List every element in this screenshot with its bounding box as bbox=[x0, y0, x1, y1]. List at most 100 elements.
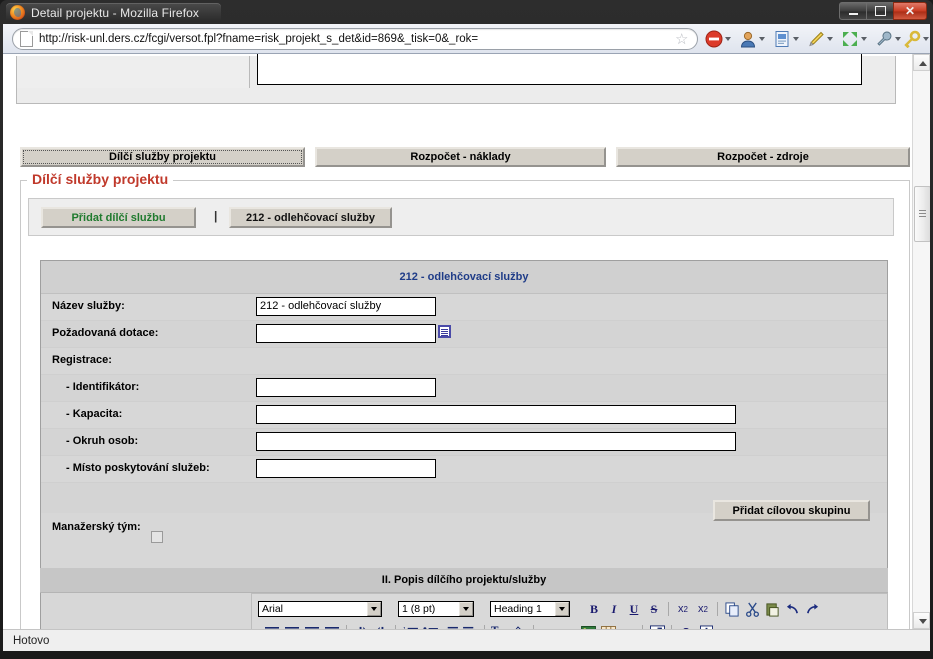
underline-icon[interactable]: U bbox=[624, 600, 644, 618]
form-row-identifikator: - Identifikátor: bbox=[41, 375, 887, 402]
cut-icon[interactable] bbox=[742, 600, 762, 618]
section-two-header: II. Popis dílčího projektu/služby bbox=[40, 568, 888, 593]
toolbar-divider bbox=[668, 602, 669, 616]
resize-arrows-icon[interactable] bbox=[841, 30, 859, 48]
form-row-okruh-osob: - Okruh osob: bbox=[41, 429, 887, 456]
bold-icon[interactable]: B bbox=[584, 600, 604, 618]
resize-dropdown-icon[interactable] bbox=[861, 37, 867, 41]
input-nazev-sluzby[interactable]: 212 - odlehčovací služby bbox=[256, 297, 436, 316]
scroll-up-button[interactable] bbox=[913, 54, 930, 71]
close-button[interactable]: ✕ bbox=[893, 2, 927, 20]
label-pozadovana-dotace: Požadovaná dotace: bbox=[52, 327, 159, 339]
toolbar-separator: | bbox=[214, 209, 218, 223]
form-row-registrace: Registrace: bbox=[41, 348, 887, 375]
font-size-select[interactable]: 1 (8 pt) bbox=[398, 601, 474, 617]
section-two-title: II. Popis dílčího projektu/služby bbox=[381, 574, 547, 586]
toolbar-divider bbox=[717, 602, 718, 616]
rich-text-editor: Arial 1 (8 pt) Heading 1 B I U S x 2 x 2 bbox=[251, 593, 888, 629]
label-manazersky-tym: Manažerský tým: bbox=[52, 521, 141, 533]
form-row-nazev: Název služby: 212 - odlehčovací služby bbox=[41, 294, 887, 321]
bookmark-star-icon[interactable]: ☆ bbox=[675, 32, 690, 47]
superscript-icon[interactable]: x2 bbox=[693, 600, 713, 618]
copy-icon[interactable] bbox=[722, 600, 742, 618]
label-identifikator: - Identifikátor: bbox=[66, 381, 140, 393]
font-family-select[interactable]: Arial bbox=[258, 601, 382, 617]
previous-row-textarea[interactable] bbox=[257, 54, 862, 85]
page-viewport: Dílčí služby projektu Rozpočet - náklady… bbox=[3, 54, 930, 629]
navigation-toolbar: http://risk-unl.ders.cz/fcgi/versot.fpl?… bbox=[3, 24, 930, 54]
scrollbar-thumb[interactable] bbox=[914, 186, 930, 242]
panel-header: 212 - odlehčovací služby bbox=[41, 261, 887, 294]
input-misto-poskytovani[interactable] bbox=[256, 459, 436, 478]
tab-dilci-sluzby[interactable]: Dílčí služby projektu bbox=[20, 147, 305, 167]
url-text[interactable]: http://risk-unl.ders.cz/fcgi/versot.fpl?… bbox=[39, 33, 478, 45]
status-bar: Hotovo bbox=[3, 629, 930, 651]
form-row-kapacita: - Kapacita: bbox=[41, 402, 887, 429]
maximize-icon bbox=[874, 6, 886, 16]
adblock-dropdown-icon[interactable] bbox=[725, 37, 731, 41]
key-dropdown-icon[interactable] bbox=[923, 37, 929, 41]
adblock-icon[interactable] bbox=[705, 30, 723, 48]
chevron-down-icon[interactable] bbox=[555, 602, 569, 616]
paragraph-style-select[interactable]: Heading 1 bbox=[490, 601, 570, 617]
page-source-icon[interactable] bbox=[773, 30, 791, 48]
section-legend: Dílčí služby projektu bbox=[27, 171, 174, 187]
input-identifikator[interactable] bbox=[256, 378, 436, 397]
add-target-group-button[interactable]: Přidat cílovou skupinu bbox=[713, 500, 870, 521]
editor-toolbar-row-1: Arial 1 (8 pt) Heading 1 B I U S x 2 x 2 bbox=[252, 598, 887, 620]
undo-icon[interactable] bbox=[782, 600, 802, 618]
redo-icon[interactable] bbox=[802, 600, 822, 618]
previous-section-remnant bbox=[16, 54, 896, 104]
add-subservice-button[interactable]: Přidat dílčí službu bbox=[41, 207, 196, 228]
label-misto-poskytovani: - Místo poskytování služeb: bbox=[66, 462, 210, 474]
title-bar: Detail projektu - Mozilla Firefox ✕ bbox=[0, 0, 933, 24]
subscript-icon[interactable]: x2 bbox=[673, 600, 693, 618]
panel-header-title: 212 - odlehčovací služby bbox=[399, 271, 529, 283]
service-chip-button[interactable]: 212 - odlehčovací služby bbox=[229, 207, 392, 228]
font-family-value: Arial bbox=[262, 603, 284, 615]
service-toolbar: Přidat dílčí službu | 212 - odlehčovací … bbox=[28, 198, 894, 236]
wrench-icon[interactable] bbox=[875, 30, 893, 48]
editor-label-column bbox=[41, 593, 249, 629]
status-text: Hotovo bbox=[13, 634, 50, 647]
pencil-icon[interactable] bbox=[807, 30, 825, 48]
tab-bar: Dílčí služby projektu Rozpočet - náklady… bbox=[20, 147, 910, 167]
input-okruh-osob[interactable] bbox=[256, 432, 736, 451]
tab-rozpocet-naklady[interactable]: Rozpočet - náklady bbox=[315, 147, 606, 167]
window-title: Detail projektu - Mozilla Firefox bbox=[31, 5, 200, 20]
pencil-dropdown-icon[interactable] bbox=[827, 37, 833, 41]
page-scrollbar-vertical[interactable] bbox=[912, 54, 930, 629]
page-content: Dílčí služby projektu Rozpočet - náklady… bbox=[3, 54, 913, 629]
window-controls: ✕ bbox=[839, 2, 927, 20]
previous-row-label-cell bbox=[17, 56, 250, 88]
label-nazev-sluzby: Název služby: bbox=[52, 300, 125, 312]
url-bar[interactable]: http://risk-unl.ders.cz/fcgi/versot.fpl?… bbox=[12, 28, 698, 50]
strikethrough-icon[interactable]: S bbox=[644, 600, 664, 618]
scroll-down-button[interactable] bbox=[913, 612, 930, 629]
service-lookup-icon[interactable] bbox=[438, 325, 451, 338]
page-source-dropdown-icon[interactable] bbox=[793, 37, 799, 41]
firefox-window: Detail projektu - Mozilla Firefox ✕ http… bbox=[0, 0, 933, 659]
chevron-up-icon bbox=[919, 61, 927, 66]
paste-icon[interactable] bbox=[762, 600, 782, 618]
minimize-button[interactable] bbox=[839, 2, 867, 20]
chevron-down-icon[interactable] bbox=[459, 602, 473, 616]
manager-team-checkbox[interactable] bbox=[151, 531, 163, 543]
form-row-dotace: Požadovaná dotace: bbox=[41, 321, 887, 348]
wrench-dropdown-icon[interactable] bbox=[895, 37, 901, 41]
italic-icon[interactable]: I bbox=[604, 600, 624, 618]
user-account-icon[interactable] bbox=[739, 30, 757, 48]
tab-rozpocet-zdroje[interactable]: Rozpočet - zdroje bbox=[616, 147, 910, 167]
key-icon[interactable] bbox=[903, 30, 921, 48]
font-size-value: 1 (8 pt) bbox=[402, 603, 436, 615]
maximize-button[interactable] bbox=[866, 2, 894, 20]
editor-toolbar-row-2: 123 T bbox=[252, 621, 887, 629]
chevron-down-icon[interactable] bbox=[367, 602, 381, 616]
form-row-misto: - Místo poskytování služeb: bbox=[41, 456, 887, 483]
user-dropdown-icon[interactable] bbox=[759, 37, 765, 41]
input-kapacita[interactable] bbox=[256, 405, 736, 424]
input-pozadovana-dotace[interactable] bbox=[256, 324, 436, 343]
firefox-logo-icon bbox=[10, 5, 25, 20]
label-kapacita: - Kapacita: bbox=[66, 408, 123, 420]
label-okruh-osob: - Okruh osob: bbox=[66, 435, 139, 447]
